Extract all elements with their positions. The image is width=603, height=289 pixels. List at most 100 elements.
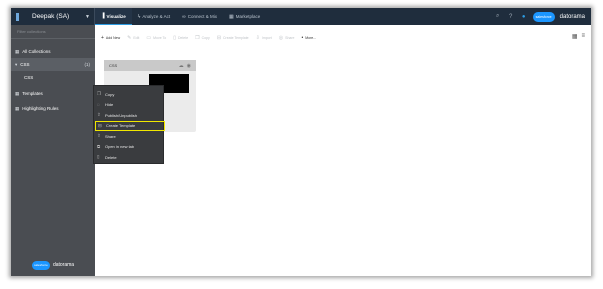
menu-item-label: Hide — [105, 102, 114, 108]
sidebar: Filter collections ▦ All Collections ▾ C… — [11, 25, 95, 276]
nav-marketplace[interactable]: ▦ Marketplace — [223, 8, 266, 25]
menu-item-hide[interactable]: ◌ Hide — [94, 100, 163, 111]
share-icon: ⇧ — [97, 133, 101, 139]
toolbar-label: Share — [285, 36, 295, 40]
menu-item-label: Delete — [105, 154, 117, 160]
trash-icon: ▯ — [173, 35, 177, 41]
top-bar: Deepak (SA) ▼ ▐ Visualize ϟ Analyze & Ac… — [11, 8, 591, 25]
toolbar-label: Import — [261, 36, 272, 40]
salesforce-logo: salesforce — [31, 260, 50, 270]
app-menu-icon[interactable] — [11, 8, 23, 25]
toolbar-label: Add New — [105, 36, 121, 40]
toolbar-label: Move To — [153, 36, 167, 40]
top-right-tools: ⌕ ? ● salesforce datorama — [494, 8, 591, 25]
grid-icon: ▦ — [229, 13, 234, 20]
grid-icon: ▦ — [15, 90, 20, 96]
import-icon: ⇩ — [255, 35, 260, 41]
toolbar: + Add New ✎ Edit ▭ Move To ▯ Delete ❐ Copy ⊟ C… — [95, 25, 591, 51]
context-menu: ❐ Copy ◌ Hide ⇪ Publish/Unpublish ⊟ Create T… — [93, 85, 165, 164]
dots-icon: • — [301, 35, 304, 41]
menu-item-publish-unpublish[interactable]: ⇪ Publish/Unpublish — [94, 110, 163, 121]
nav-label: Marketplace — [235, 14, 261, 19]
sidebar-item-css[interactable]: ▾ CSS (1) — [11, 58, 95, 71]
view-toggle: ▦ ≡ — [572, 33, 585, 40]
toolbar-label: Edit — [133, 36, 140, 40]
menu-item-label: Create Template — [106, 123, 136, 129]
sidebar-item-label: Highlighting Rules — [22, 106, 59, 111]
search-icon[interactable]: ⌕ — [494, 13, 502, 20]
app-window: Deepak (SA) ▼ ▐ Visualize ϟ Analyze & Ac… — [11, 8, 591, 276]
toolbar-label: More... — [305, 36, 317, 40]
more-button[interactable]: • More... — [301, 35, 316, 41]
help-icon[interactable]: ? — [507, 14, 515, 20]
copy-icon: ❐ — [195, 35, 200, 41]
publish-icon: ⇪ — [97, 112, 101, 118]
copy-button[interactable]: ❐ Copy — [195, 35, 210, 41]
bolt-icon: ϟ — [137, 13, 141, 20]
list-view-icon[interactable]: ≡ — [581, 33, 585, 40]
eye-icon[interactable]: ◉ — [187, 63, 191, 69]
nav-visualize[interactable]: ▐ Visualize — [95, 8, 132, 25]
menu-item-label: Share — [105, 133, 116, 139]
main-nav: ▐ Visualize ϟ Analyze & Act ∞ Connect & … — [95, 8, 266, 25]
workspace-selector[interactable]: Deepak (SA) ▼ — [23, 8, 94, 25]
toolbar-label: Copy — [201, 36, 210, 40]
menu-item-copy[interactable]: ❐ Copy — [94, 89, 163, 100]
chart-icon: ▐ — [101, 13, 105, 19]
card-actions: ☁ ◉ — [179, 63, 191, 69]
eye-slash-icon: ◌ — [97, 102, 100, 108]
template-icon: ⊟ — [216, 35, 222, 41]
menu-item-delete[interactable]: ▯ Delete — [94, 152, 163, 163]
nav-label: Connect & Mix — [187, 14, 217, 19]
menu-item-label: Open in new tab — [105, 144, 135, 150]
copy-icon: ❐ — [97, 91, 102, 97]
sidebar-footer: salesforce datorama — [11, 254, 95, 276]
search-input[interactable]: Filter collections — [11, 25, 95, 39]
nav-analyze-act[interactable]: ϟ Analyze & Act — [132, 8, 176, 25]
delete-button[interactable]: ▯ Delete — [173, 35, 188, 41]
brand-name: datorama — [52, 262, 75, 268]
grid-view-icon[interactable]: ▦ — [572, 33, 578, 40]
item-count: (1) — [84, 62, 91, 67]
create-template-button[interactable]: ⊟ Create Template — [217, 35, 249, 41]
plus-icon: + — [101, 35, 104, 41]
menu-item-create-template[interactable]: ⊟ Create Template — [95, 120, 165, 131]
share-button[interactable]: ◎ Share — [279, 35, 295, 41]
sidebar-item-highlighting-rules[interactable]: ▦ Highlighting Rules — [11, 102, 95, 115]
share-icon: ◎ — [278, 35, 284, 41]
card-title: CSS — [109, 63, 118, 68]
salesforce-logo: salesforce — [532, 11, 555, 22]
nav-label: Analyze & Act — [142, 14, 171, 19]
menu-item-label: Copy — [105, 91, 115, 97]
cloud-icon[interactable]: ☁ — [179, 63, 184, 69]
sidebar-item-label: Templates — [22, 91, 43, 96]
toolbar-label: Create Template — [223, 36, 249, 40]
import-button[interactable]: ⇩ Import — [256, 35, 272, 41]
sidebar-item-label: All Collections — [22, 49, 51, 54]
sidebar-subitem-css[interactable]: CSS — [11, 71, 95, 83]
folder-icon: ▭ — [146, 35, 152, 41]
card-header: CSS ☁ ◉ — [104, 60, 196, 71]
pencil-icon: ✎ — [127, 35, 132, 41]
add-new-button[interactable]: + Add New — [101, 35, 120, 41]
sidebar-item-label: CSS — [20, 62, 30, 67]
sidebar-item-all-collections[interactable]: ▦ All Collections — [11, 45, 95, 58]
menu-item-open-new-tab[interactable]: ⧉ Open in new tab — [94, 142, 163, 153]
chevron-down-icon: ▼ — [85, 13, 90, 20]
menu-item-label: Publish/Unpublish — [105, 112, 138, 118]
chevron-down-icon: ▾ — [15, 61, 18, 67]
template-icon: ⊟ — [98, 122, 102, 128]
external-icon: ⧉ — [97, 144, 101, 150]
menu-item-share[interactable]: ⇧ Share — [94, 131, 163, 142]
grid-icon: ▦ — [15, 105, 20, 111]
move-to-button[interactable]: ▭ Move To — [146, 35, 166, 41]
grid-icon: ▦ — [15, 48, 20, 54]
nav-connect-mix[interactable]: ∞ Connect & Mix — [176, 8, 223, 25]
edit-button[interactable]: ✎ Edit — [127, 35, 139, 41]
notifications-icon[interactable]: ● — [520, 14, 528, 20]
toolbar-label: Delete — [178, 36, 189, 40]
nav-label: Visualize — [106, 13, 126, 19]
workspace-name: Deepak (SA) — [32, 13, 70, 20]
brand-name: datorama — [559, 13, 585, 20]
sidebar-item-templates[interactable]: ▦ Templates — [11, 87, 95, 100]
